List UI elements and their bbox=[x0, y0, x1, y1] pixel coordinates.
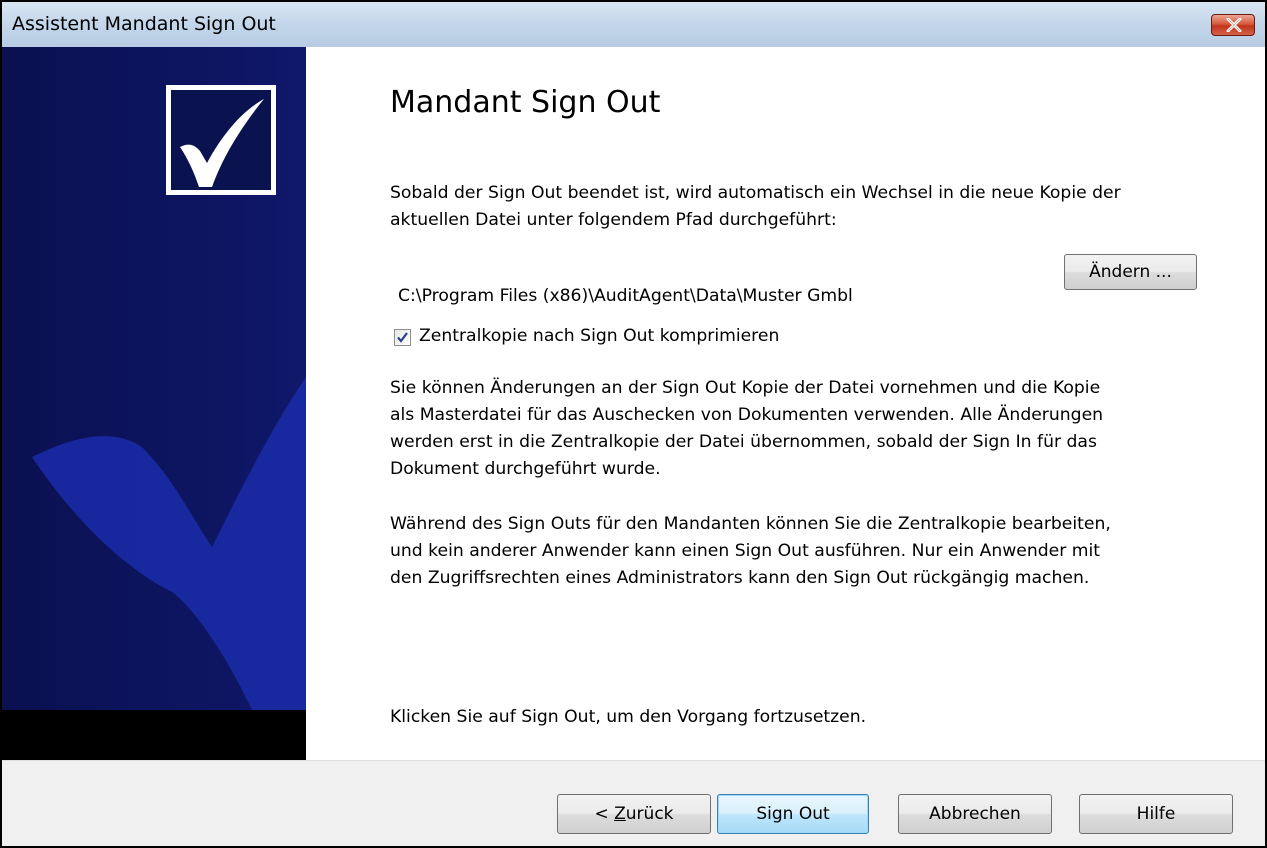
help-button[interactable]: Hilfe bbox=[1079, 794, 1233, 834]
compress-checkbox[interactable] bbox=[394, 329, 411, 346]
sidebar-graphic bbox=[2, 47, 306, 710]
close-button[interactable] bbox=[1211, 14, 1255, 36]
back-button-label: urück bbox=[625, 804, 674, 824]
info-paragraph-2: Während des Sign Outs für den Mandanten … bbox=[390, 514, 1111, 588]
button-bar: < Zurück Sign Out Abbrechen Hilfe bbox=[2, 760, 1265, 846]
close-icon bbox=[1226, 18, 1242, 32]
checkmark-icon bbox=[166, 85, 276, 195]
checkbox-check-icon bbox=[397, 332, 408, 343]
back-button-mnemonic: Z bbox=[614, 804, 626, 824]
window-title: Assistent Mandant Sign Out bbox=[12, 13, 276, 35]
cancel-button[interactable]: Abbrechen bbox=[898, 794, 1052, 834]
change-path-button[interactable]: Ändern ... bbox=[1064, 254, 1197, 290]
wizard-sidebar-banner bbox=[2, 47, 306, 760]
title-bar[interactable]: Assistent Mandant Sign Out bbox=[2, 2, 1265, 48]
intro-text: Sobald der Sign Out beendet ist, wird au… bbox=[390, 183, 1121, 230]
wizard-window: Assistent Mandant Sign Out Mandant Sign … bbox=[0, 0, 1267, 848]
target-path: C:\Program Files (x86)\AuditAgent\Data\M… bbox=[398, 286, 853, 306]
instruction-text: Klicken Sie auf Sign Out, um den Vorgang… bbox=[390, 707, 867, 727]
back-button[interactable]: < Zurück bbox=[557, 794, 711, 834]
info-paragraph-1: Sie können Änderungen an der Sign Out Ko… bbox=[390, 378, 1104, 479]
back-button-prefix: < bbox=[594, 804, 615, 824]
wizard-content: Mandant Sign Out Sobald der Sign Out bee… bbox=[306, 47, 1265, 760]
sign-out-button[interactable]: Sign Out bbox=[717, 794, 869, 834]
compress-checkbox-label[interactable]: Zentralkopie nach Sign Out komprimieren bbox=[419, 326, 779, 346]
page-title: Mandant Sign Out bbox=[390, 85, 661, 120]
